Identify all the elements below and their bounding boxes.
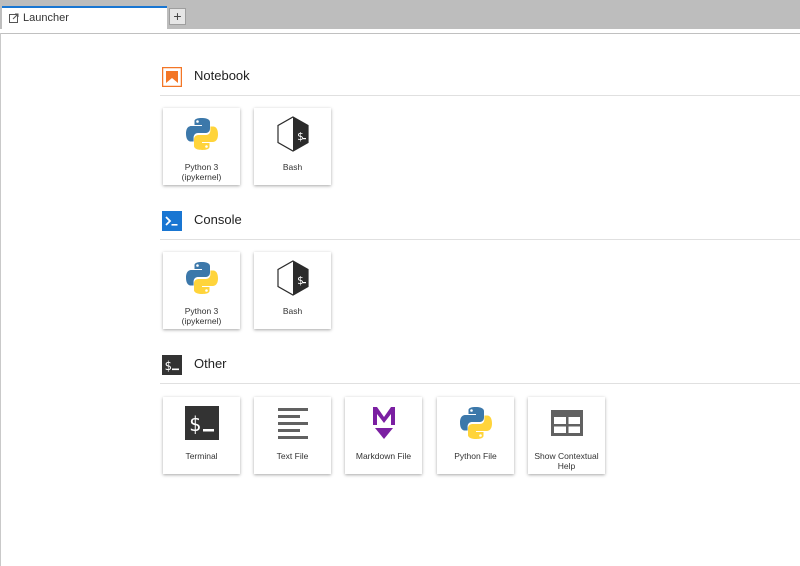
console-python3-card[interactable]: Python 3 (ipykernel) bbox=[163, 252, 240, 329]
panel-left-border bbox=[0, 33, 1, 566]
notebook-divider bbox=[160, 95, 800, 96]
console-python3-label: Python 3 (ipykernel) bbox=[181, 306, 222, 326]
other-section-header: $ Other bbox=[162, 355, 800, 385]
svg-text:$: $ bbox=[165, 359, 172, 373]
markdown-icon bbox=[372, 407, 395, 439]
contextual-help-icon bbox=[550, 410, 583, 436]
markdown-file-card[interactable]: Markdown File bbox=[345, 397, 422, 474]
markdown-file-label: Markdown File bbox=[355, 451, 412, 461]
console-section-title: Console bbox=[194, 212, 242, 227]
notebook-section-header: Notebook bbox=[162, 67, 800, 97]
python-icon bbox=[459, 407, 492, 439]
svg-text:$: $ bbox=[297, 274, 304, 287]
notebook-python3-label: Python 3 (ipykernel) bbox=[181, 162, 222, 182]
notebook-bash-card[interactable]: $ Bash bbox=[254, 108, 331, 185]
terminal-card[interactable]: $ Terminal bbox=[163, 397, 240, 474]
add-tab-button[interactable]: + bbox=[169, 8, 186, 25]
other-section-title: Other bbox=[194, 356, 227, 371]
notebook-bash-label: Bash bbox=[282, 162, 303, 172]
terminal-icon: $ bbox=[184, 406, 219, 440]
python-icon bbox=[185, 262, 218, 294]
notebook-section-title: Notebook bbox=[194, 68, 250, 83]
svg-text:$: $ bbox=[189, 412, 201, 436]
notebook-icon bbox=[162, 67, 182, 87]
contextual-help-card[interactable]: Show Contextual Help bbox=[528, 397, 605, 474]
text-file-icon bbox=[277, 408, 308, 439]
console-bash-label: Bash bbox=[282, 306, 303, 316]
text-file-card[interactable]: Text File bbox=[254, 397, 331, 474]
terminal-label: Terminal bbox=[185, 451, 218, 461]
console-divider bbox=[160, 239, 800, 240]
tab-underline bbox=[0, 29, 800, 34]
contextual-help-label: Show Contextual Help bbox=[534, 451, 599, 471]
console-icon bbox=[162, 211, 182, 231]
bash-icon: $ bbox=[276, 260, 309, 296]
other-terminal-icon: $ bbox=[162, 355, 182, 375]
tab-bar: Launcher + bbox=[0, 0, 800, 29]
python-icon bbox=[185, 118, 218, 150]
python-file-label: Python File bbox=[454, 451, 497, 461]
launcher-tab-icon bbox=[9, 13, 19, 23]
bash-icon: $ bbox=[276, 116, 309, 152]
svg-text:$: $ bbox=[297, 130, 304, 143]
console-section-header: Console bbox=[162, 211, 800, 241]
console-bash-card[interactable]: $ Bash bbox=[254, 252, 331, 329]
notebook-python3-card[interactable]: Python 3 (ipykernel) bbox=[163, 108, 240, 185]
tab-launcher[interactable]: Launcher bbox=[2, 6, 167, 29]
tab-launcher-label: Launcher bbox=[23, 12, 69, 24]
text-file-label: Text File bbox=[276, 451, 309, 461]
python-file-card[interactable]: Python File bbox=[437, 397, 514, 474]
other-divider bbox=[160, 383, 800, 384]
